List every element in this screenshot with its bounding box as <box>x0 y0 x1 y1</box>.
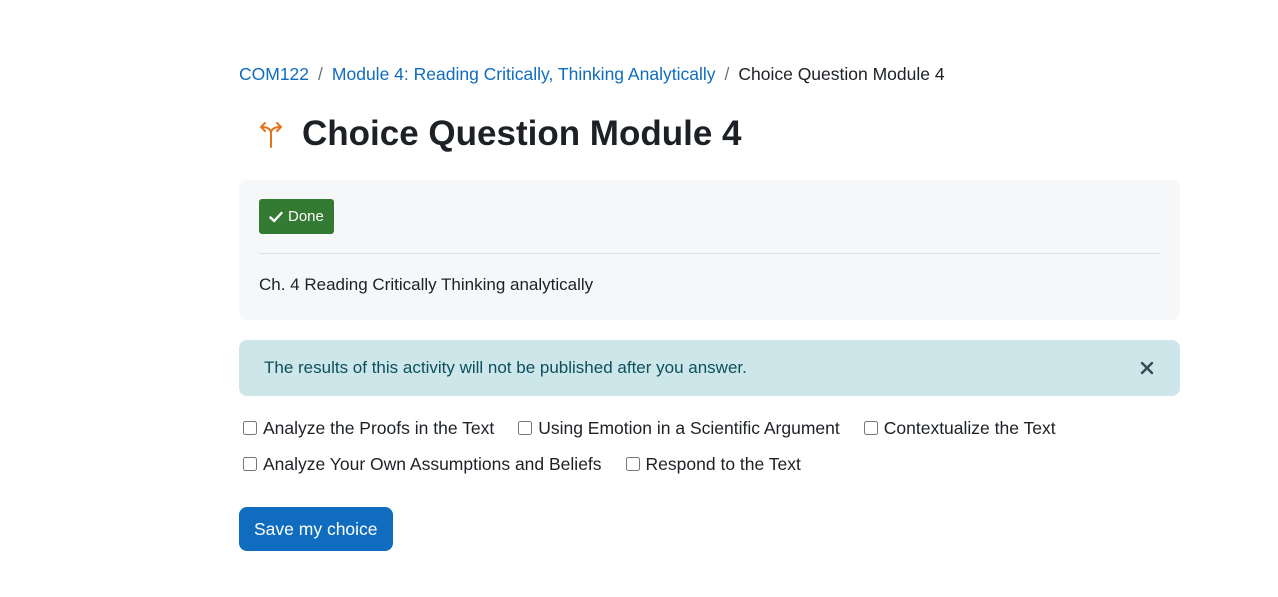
save-choice-button[interactable]: Save my choice <box>239 507 393 551</box>
breadcrumb-separator: / <box>318 64 323 84</box>
option-label: Contextualize the Text <box>883 417 1056 438</box>
breadcrumb-current: Choice Question Module 4 <box>738 64 945 84</box>
activity-description: Ch. 4 Reading Critically Thinking analyt… <box>259 275 594 294</box>
completion-done-badge[interactable]: Done <box>259 199 334 234</box>
breadcrumb-separator: / <box>724 64 730 84</box>
completion-label: Done <box>288 208 324 225</box>
choice-activity-icon <box>255 118 287 150</box>
option-label: Respond to the Text <box>645 453 801 474</box>
close-icon[interactable] <box>1140 361 1154 375</box>
option-checkbox[interactable] <box>863 421 878 435</box>
info-alert: The results of this activity will not be… <box>239 340 1180 396</box>
option-using-emotion[interactable]: Using Emotion in a Scientific Argument <box>518 418 840 439</box>
option-checkbox[interactable] <box>243 457 257 471</box>
option-checkbox[interactable] <box>243 421 257 435</box>
option-checkbox[interactable] <box>625 457 640 471</box>
option-respond[interactable]: Respond to the Text <box>625 453 801 475</box>
choice-options: Analyze the Proofs in the Text Using Emo… <box>243 416 1080 488</box>
breadcrumb: COM122 / Module 4: Reading Critically, T… <box>239 62 945 86</box>
page-title: Choice Question Module 4 <box>302 114 742 153</box>
card-divider <box>259 253 1160 254</box>
option-label: Using Emotion in a Scientific Argument <box>538 417 840 438</box>
alert-message: The results of this activity will not be… <box>264 358 747 377</box>
breadcrumb-link-course[interactable]: COM122 <box>239 62 309 86</box>
option-analyze-proofs[interactable]: Analyze the Proofs in the Text <box>243 418 494 439</box>
options-row: Analyze the Proofs in the Text Using Emo… <box>243 416 1080 440</box>
breadcrumb-link-module[interactable]: Module 4: Reading Critically, Thinking A… <box>332 62 716 86</box>
option-contextualize[interactable]: Contextualize the Text <box>863 417 1056 439</box>
options-row: Analyze Your Own Assumptions and Beliefs… <box>243 452 1080 476</box>
check-icon <box>269 211 283 222</box>
option-label: Analyze Your Own Assumptions and Beliefs <box>263 453 602 474</box>
activity-info-card: Done Ch. 4 Reading Critically Thinking a… <box>239 180 1180 320</box>
option-label: Analyze the Proofs in the Text <box>263 417 495 438</box>
option-checkbox[interactable] <box>518 421 533 435</box>
page-header: Choice Question Module 4 <box>255 110 741 158</box>
option-analyze-assumptions[interactable]: Analyze Your Own Assumptions and Beliefs <box>243 454 602 475</box>
